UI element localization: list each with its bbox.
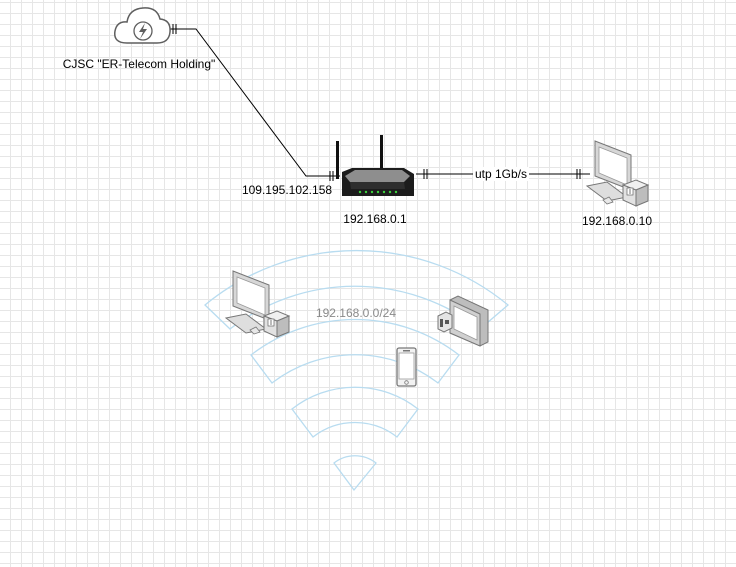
- diagram-canvas: CJSC "ER-Telecom Holding" 109.195.102.15…: [0, 0, 736, 567]
- router-ip-label: 192.168.0.1: [343, 212, 407, 226]
- desktop-pc-icon[interactable]: [224, 270, 291, 338]
- wan-ip-label: 109.195.102.158: [242, 183, 332, 197]
- pc-ip-label: 192.168.0.10: [582, 214, 652, 228]
- cloud-lightning-icon[interactable]: [114, 7, 171, 44]
- link-label: utp 1Gb/s: [475, 167, 527, 181]
- desktop-pc-icon[interactable]: [585, 140, 650, 207]
- wifi-router-icon[interactable]: [336, 135, 414, 196]
- network-diagram: CJSC "ER-Telecom Holding" 109.195.102.15…: [63, 7, 652, 492]
- smartphone-icon[interactable]: [396, 347, 417, 387]
- isp-label: CJSC "ER-Telecom Holding": [63, 57, 216, 71]
- isp-connection: [166, 24, 340, 181]
- wifi-subnet-label: 192.168.0.0/24: [316, 306, 396, 320]
- tablet-icon[interactable]: [437, 295, 489, 347]
